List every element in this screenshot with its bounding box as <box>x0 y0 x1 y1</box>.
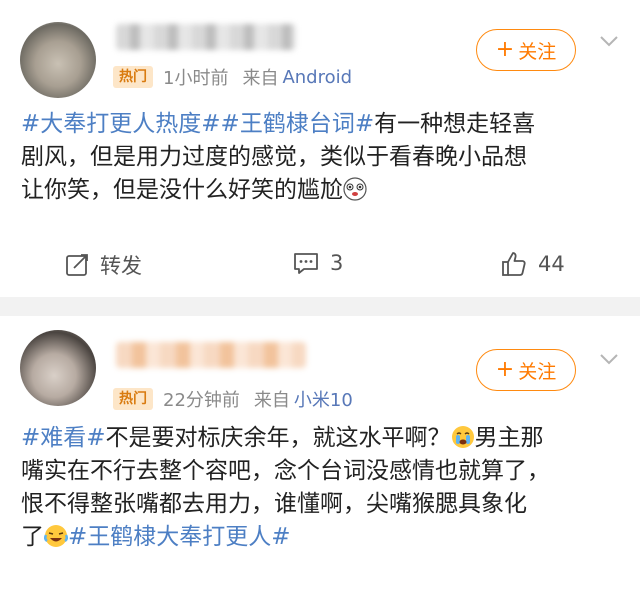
post-time: 1小时前 <box>163 68 229 89</box>
thumbs-up-icon <box>502 252 526 276</box>
comment-icon <box>294 253 318 274</box>
follow-label: 关注 <box>518 40 557 63</box>
follow-button[interactable]: + 关注 <box>476 29 576 71</box>
source-prefix: 来自 <box>242 68 279 89</box>
avatar[interactable] <box>20 330 96 406</box>
content-text: 嘴实在不行去整个容吧，念个台词没感情也就算了， <box>21 458 550 484</box>
chevron-down-icon[interactable] <box>598 30 620 52</box>
username-blurred[interactable] <box>116 342 306 368</box>
like-count: 44 <box>538 252 565 276</box>
content-text: 了 <box>21 524 44 550</box>
avatar[interactable] <box>20 22 96 98</box>
post-meta: 热门 1小时前 来自 Android <box>113 64 352 90</box>
repost-icon <box>66 254 88 276</box>
content-text: 不是要对标庆余年，就这水平啊？ <box>105 425 451 451</box>
comment-count: 3 <box>330 251 344 275</box>
source-prefix: 来自 <box>253 390 290 411</box>
content-text: 有一种想走轻喜 <box>374 111 536 137</box>
hashtag-link[interactable]: #大奉打更人热度# <box>21 111 221 137</box>
plus-icon: + <box>495 357 515 382</box>
chevron-down-icon[interactable] <box>598 348 620 370</box>
repost-button[interactable]: 转发 <box>64 250 142 280</box>
hot-badge: 热门 <box>113 388 153 410</box>
weibo-post: 热门 22分钟前 来自 小米10 + 关注 #难看#不是要对标庆余年，就这水平啊… <box>0 316 640 601</box>
post-content: #难看#不是要对标庆余年，就这水平啊？ 男主那 嘴实在不行去整个容吧，念个台词没感… <box>21 422 621 554</box>
weibo-post: 热门 1小时前 来自 Android + 关注 #大奉打更人热度##王鹤棣台词#… <box>0 0 640 297</box>
content-text: 恨不得整张嘴都去用力，谁懂啊，尖嘴猴腮具象化 <box>21 491 527 517</box>
post-source[interactable]: Android <box>282 67 352 88</box>
post-actions: 转发 3 44 <box>0 250 640 286</box>
follow-button[interactable]: + 关注 <box>476 349 576 391</box>
hot-badge: 热门 <box>113 66 153 88</box>
awkward-emoji-icon <box>343 177 367 201</box>
comment-button[interactable]: 3 <box>292 250 343 276</box>
like-button[interactable]: 44 <box>500 250 565 278</box>
post-content: #大奉打更人热度##王鹤棣台词#有一种想走轻喜 剧风，但是用力过度的感觉，类似于… <box>21 108 621 207</box>
hashtag-link[interactable]: #难看# <box>21 425 106 451</box>
hashtag-link[interactable]: #王鹤棣台词# <box>221 111 375 137</box>
post-source[interactable]: 小米10 <box>294 386 353 412</box>
repost-label: 转发 <box>100 254 142 278</box>
content-text: 男主那 <box>474 425 544 451</box>
hashtag-link[interactable]: #王鹤棣大奉打更人# <box>68 524 291 550</box>
follow-label: 关注 <box>518 360 557 383</box>
laughing-crying-emoji-icon <box>44 525 68 547</box>
crying-emoji-icon <box>451 426 474 448</box>
post-time: 22分钟前 <box>163 390 240 411</box>
content-text: 剧风，但是用力过度的感觉，类似于看春晚小品想 <box>21 144 527 170</box>
plus-icon: + <box>495 37 515 62</box>
post-meta: 热门 22分钟前 来自 小米10 <box>113 386 353 412</box>
content-text: 让你笑，但是没什么好笑的尴尬 <box>21 177 343 203</box>
username-blurred[interactable] <box>116 24 296 50</box>
